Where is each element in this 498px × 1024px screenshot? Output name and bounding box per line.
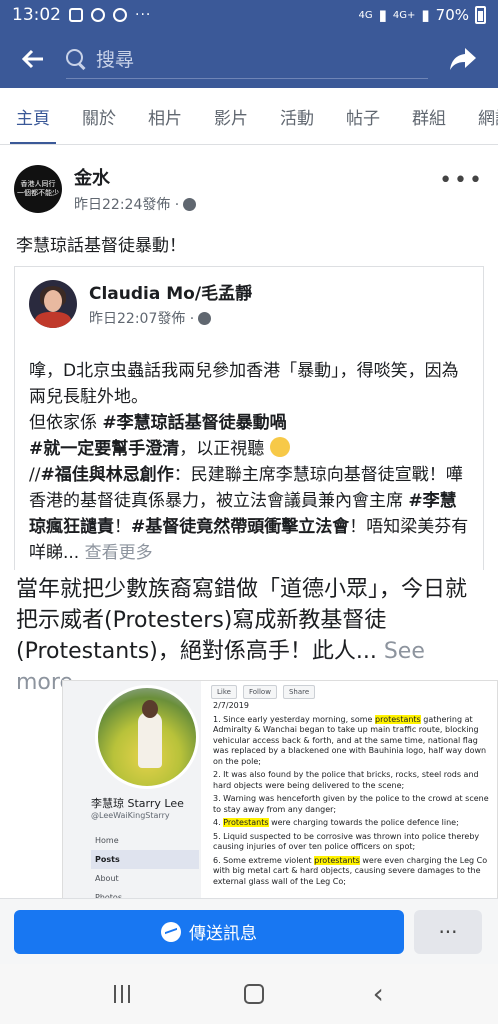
send-message-label: 傳送訊息: [189, 924, 257, 944]
system-nav-bar: ‹: [0, 964, 498, 1024]
signal-bars-icon-2: ▮: [421, 6, 430, 24]
status-bar: 13:02 ··· 4G ▮ 4G+ ▮ 70%: [0, 0, 498, 30]
see-more-link[interactable]: 查看更多: [85, 543, 153, 563]
hashtag-link[interactable]: #福佳與林忌創作: [40, 465, 173, 485]
apple-icon: [91, 8, 105, 22]
image-buttons: Like Follow Share: [211, 685, 316, 699]
status-time: 13:02: [12, 5, 61, 25]
avatar-text-2: 一個都不能少: [17, 189, 59, 197]
share-icon: [450, 48, 476, 70]
signal-4g: 4G: [358, 9, 373, 21]
post-time[interactable]: 昨日22:24發佈 ·: [74, 194, 179, 214]
chrome-icon: [113, 8, 127, 22]
avatar[interactable]: 香港人同行 一個都不能少: [14, 165, 62, 213]
action-bar: 傳送訊息 ···: [0, 898, 498, 964]
tab-videos[interactable]: 影片: [198, 88, 264, 144]
image-page-handle: @LeeWaiKingStarry: [91, 811, 170, 820]
shared-body: 嗱，D北京虫蟲話我兩兒參加香港「暴動」，得啖笑，因為兩兒長駐外地。 但依家係 #…: [15, 340, 483, 566]
shared-meta: 昨日22:07發佈 ·: [89, 308, 252, 328]
home-button[interactable]: [244, 984, 265, 1004]
post-header-text: 金水 昨日22:24發佈 ·: [74, 164, 197, 214]
post: 香港人同行 一個都不能少 金水 昨日22:24發佈 · ••• 李慧琼話基督徒暴…: [0, 145, 498, 570]
tab-groups[interactable]: 群組: [396, 88, 462, 144]
more-options-button[interactable]: ···: [414, 909, 482, 954]
shared-line-1: 嗱，D北京虫蟲話我兩兒參加香港「暴動」，得啖笑，因為兩兒長駐外地。: [29, 361, 459, 407]
post-text: 李慧琼話基督徒暴動！: [16, 236, 186, 256]
image-page-name: 李慧琼 Starry Lee: [91, 797, 184, 810]
hashtag-link[interactable]: #就一定要幫手澄清: [29, 439, 179, 459]
tab-notes[interactable]: 網誌: [462, 88, 498, 144]
back-nav-button[interactable]: ‹: [373, 980, 384, 1008]
post-more-button[interactable]: •••: [439, 168, 484, 193]
shared-header: Claudia Mo/毛孟靜 昨日22:07發佈 ·: [15, 267, 483, 340]
app-bar: 搜尋: [0, 30, 498, 88]
share-button[interactable]: [428, 46, 498, 72]
shared-author[interactable]: Claudia Mo/毛孟靜: [89, 279, 252, 304]
tab-events[interactable]: 活動: [264, 88, 330, 144]
post-author[interactable]: 金水: [74, 164, 196, 190]
send-message-button[interactable]: 傳送訊息: [14, 909, 404, 954]
shared-line-3: #就一定要幫手澄清，以正視聽: [29, 436, 469, 462]
shared-line-4: //#福佳與林忌創作：民建聯主席李慧琼向基督徒宣戰！嘩香港的基督徒真係暴力，被立…: [29, 465, 469, 563]
tab-home[interactable]: 主頁: [0, 88, 66, 144]
status-dots: ···: [135, 7, 152, 23]
avatar-text-1: 香港人同行: [20, 180, 56, 188]
smile-emoji-icon: [269, 437, 290, 457]
globe-icon: [198, 311, 212, 325]
signal-bars-icon: ▮: [378, 6, 387, 24]
globe-icon: [183, 197, 197, 211]
recent-apps-button[interactable]: [114, 985, 136, 1003]
post-meta: 昨日22:24發佈 ·: [74, 194, 197, 214]
shared-avatar[interactable]: [29, 279, 77, 328]
shared-line-2: 但依家係 #李慧琼話基督徒暴動喎: [29, 413, 287, 433]
search-input[interactable]: 搜尋: [66, 39, 428, 79]
image-post-text: 2/7/2019 1. Since early yesterday mornin…: [213, 701, 489, 886]
search-placeholder: 搜尋: [96, 49, 135, 71]
messenger-icon: [161, 921, 181, 942]
hashtag-link[interactable]: #李慧琼話基督徒暴動喎: [102, 413, 286, 433]
battery-icon: [475, 6, 486, 24]
tab-posts[interactable]: 帖子: [330, 88, 396, 144]
shared-header-text: Claudia Mo/毛孟靜 昨日22:07發佈 ·: [89, 279, 252, 328]
gallery-icon: [69, 8, 83, 22]
shared-time[interactable]: 昨日22:07發佈 ·: [89, 308, 194, 328]
image-profile-picture: [95, 685, 199, 789]
back-button[interactable]: [0, 49, 66, 69]
shared-post-card[interactable]: Claudia Mo/毛孟靜 昨日22:07發佈 · 嗱，D北京虫蟲話我兩兒參加…: [14, 266, 484, 570]
hashtag-link[interactable]: #基督徒竟然帶頭衝擊立法會: [131, 517, 349, 537]
tab-photos[interactable]: 相片: [132, 88, 198, 144]
back-arrow-icon: [22, 49, 43, 69]
post-image[interactable]: 李慧琼 Starry Lee @LeeWaiKingStarry Home Po…: [62, 680, 498, 908]
search-icon: [66, 48, 86, 69]
tab-about[interactable]: 關於: [66, 88, 132, 144]
battery-percent: 70%: [435, 6, 469, 24]
page-tabs: 主頁 關於 相片 影片 活動 帖子 群組 網誌: [0, 88, 498, 145]
signal-4g-plus: 4G+: [392, 9, 416, 21]
post-header: 香港人同行 一個都不能少 金水 昨日22:24發佈 · •••: [0, 145, 498, 217]
image-sidenav: Home Posts About Photos: [91, 831, 199, 907]
